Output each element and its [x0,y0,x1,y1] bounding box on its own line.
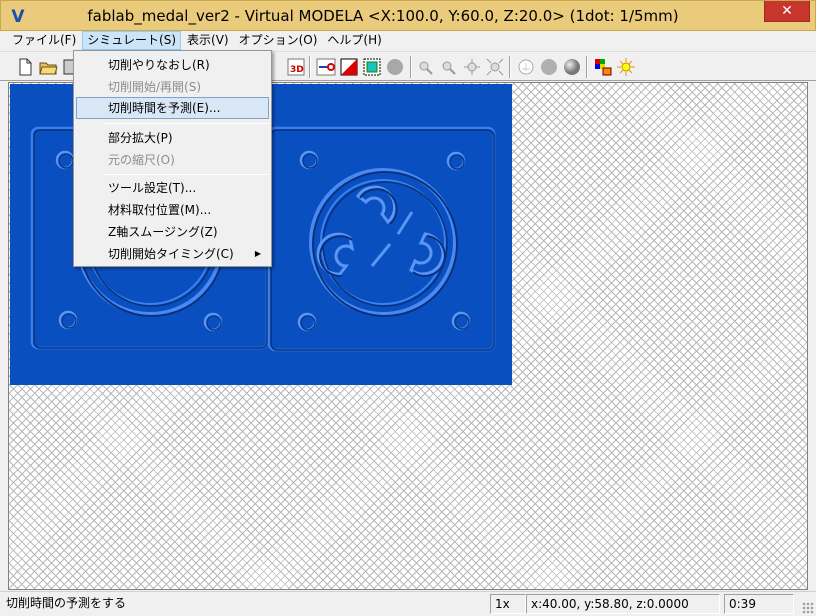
menu-item-z-smoothing[interactable]: Z軸スムージング(Z) [76,221,269,243]
rotate-tool-icon[interactable] [462,57,482,77]
window-title: fablab_medal_ver2 - Virtual MODELA <X:10… [87,7,679,25]
circle-outline-icon[interactable] [516,57,536,77]
menu-item-start-resume[interactable]: 切削開始/再開(S) [76,76,269,98]
sphere-icon[interactable] [562,57,582,77]
fill-rect-icon[interactable] [362,57,382,77]
light-icon[interactable] [616,57,636,77]
gray-sphere-icon[interactable] [385,57,405,77]
status-message: 切削時間の予測をする [6,596,127,610]
open-folder-icon[interactable] [38,57,58,77]
simulate-menu-dropdown: 切削やりなおし(R) 切削開始/再開(S) 切削時間を予測(E)... 部分拡大… [73,50,272,267]
status-time: 0:39 [724,594,794,614]
circle-gray-icon[interactable] [539,57,559,77]
submenu-arrow-icon: ▶ [254,249,261,258]
status-zoom: 1x [490,594,526,614]
menu-separator [104,174,269,175]
menu-view[interactable]: 表示(V) [183,31,233,50]
menu-file[interactable]: ファイル(F) [8,31,80,50]
menu-item-cut-timing-label: 切削開始タイミング(C) [108,247,234,261]
new-file-icon[interactable] [15,57,35,77]
view-3d-icon[interactable]: 3D [286,57,306,77]
toolbar-separator [309,56,311,78]
fit-tool-icon[interactable] [485,57,505,77]
title-bar: V fablab_medal_ver2 - Virtual MODELA <X:… [0,0,816,31]
menu-item-partial-zoom[interactable]: 部分拡大(P) [76,127,269,149]
status-bar: 切削時間の予測をする 1x x:40.00, y:58.80, z:0.0000… [0,591,816,616]
menu-bar: ファイル(F) シミュレート(S) 表示(V) オプション(O) ヘルプ(H) [0,31,816,51]
toolbar-separator [410,56,412,78]
menu-separator [104,123,269,124]
toolbar-separator [586,56,588,78]
close-button[interactable]: ✕ [764,1,810,22]
menu-item-tool-settings[interactable]: ツール設定(T)... [76,177,269,199]
zoom-tool-icon[interactable] [416,57,436,77]
menu-item-recut[interactable]: 切削やりなおし(R) [76,54,269,76]
material-icon[interactable] [339,57,359,77]
menu-help[interactable]: ヘルプ(H) [323,31,385,50]
menu-item-original-scale[interactable]: 元の縮尺(O) [76,149,269,171]
resize-grip-icon[interactable] [802,602,814,614]
menu-item-estimate-time[interactable]: 切削時間を予測(E)... [76,97,269,119]
menu-options[interactable]: オプション(O) [235,31,322,50]
menu-item-material-position[interactable]: 材料取付位置(M)... [76,199,269,221]
path-preview-icon[interactable] [316,57,336,77]
toolbar-separator [509,56,511,78]
status-coordinates: x:40.00, y:58.80, z:0.0000 [526,594,720,614]
menu-simulate[interactable]: シミュレート(S) [82,31,182,50]
svg-text:3D: 3D [290,65,304,75]
menu-item-cut-timing[interactable]: 切削開始タイミング(C) ▶ [76,243,269,265]
move-tool-icon[interactable] [439,57,459,77]
palette-icon[interactable] [593,57,613,77]
